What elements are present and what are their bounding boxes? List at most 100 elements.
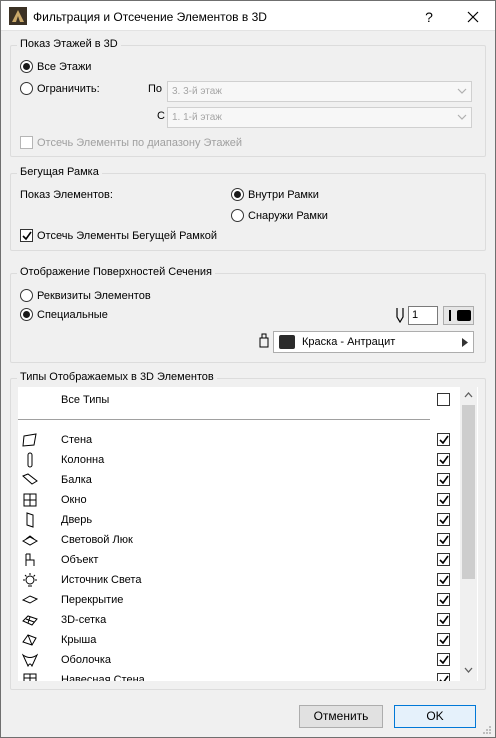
surface-paint-dropdown[interactable]: Краска - Антрацит bbox=[273, 331, 474, 353]
type-checkbox[interactable] bbox=[437, 433, 450, 446]
all-types-checkbox[interactable] bbox=[437, 393, 450, 406]
type-row[interactable]: Источник Света bbox=[18, 570, 458, 590]
type-row[interactable]: Балка bbox=[18, 470, 458, 490]
scroll-thumb[interactable] bbox=[462, 405, 475, 579]
to-floor-value: 3. 3-й этаж bbox=[172, 86, 222, 97]
cut-floors-label: Отсечь Элементы по диапазону Этажей bbox=[37, 137, 243, 149]
checkmark-icon bbox=[439, 515, 449, 525]
type-row[interactable]: Крыша bbox=[18, 630, 458, 650]
type-row[interactable]: Колонна bbox=[18, 450, 458, 470]
mesh-icon bbox=[22, 615, 38, 626]
type-label: Перекрытие bbox=[61, 594, 124, 606]
type-checkbox[interactable] bbox=[437, 653, 450, 666]
wall-icon bbox=[22, 433, 37, 447]
type-label: Навесная Стена bbox=[61, 674, 145, 681]
custom-label: Специальные bbox=[37, 309, 108, 321]
help-button[interactable]: ? bbox=[419, 7, 439, 27]
pen-number-input[interactable]: 1 bbox=[408, 306, 438, 325]
types-list[interactable]: Все Типы Стена Колонна Балка Окно Дверь Свето… bbox=[18, 387, 478, 681]
from-floor-value: 1. 1-й этаж bbox=[172, 112, 222, 123]
type-row[interactable]: Навесная Стена bbox=[18, 670, 458, 681]
shell-icon bbox=[22, 653, 38, 668]
cancel-button[interactable]: Отменить bbox=[299, 705, 383, 728]
type-label: Окно bbox=[61, 494, 87, 506]
cut-marquee-checkbox[interactable] bbox=[20, 229, 33, 242]
outside-marquee-radio[interactable] bbox=[231, 209, 244, 222]
close-button[interactable] bbox=[463, 7, 483, 27]
all-floors-radio[interactable] bbox=[20, 60, 33, 73]
type-checkbox[interactable] bbox=[437, 553, 450, 566]
type-label: Источник Света bbox=[61, 574, 142, 586]
type-row[interactable]: 3D-сетка bbox=[18, 610, 458, 630]
inside-marquee-radio[interactable] bbox=[231, 188, 244, 201]
beam-icon bbox=[22, 473, 38, 485]
type-row[interactable]: Стена bbox=[18, 430, 458, 450]
ok-button[interactable]: OK bbox=[394, 705, 476, 728]
roof-icon bbox=[22, 634, 37, 646]
type-label: Крыша bbox=[61, 634, 97, 646]
dialog-window: Фильтрация и Отсечение Элементов в 3D ? … bbox=[0, 0, 496, 738]
limit-floors-radio[interactable] bbox=[20, 82, 33, 95]
paint-bucket-icon bbox=[259, 333, 269, 348]
type-checkbox[interactable] bbox=[437, 573, 450, 586]
type-checkbox[interactable] bbox=[437, 513, 450, 526]
type-checkbox[interactable] bbox=[437, 673, 450, 681]
type-label: Объект bbox=[61, 554, 99, 566]
pen-color-picker[interactable] bbox=[443, 306, 474, 325]
slab-icon bbox=[22, 595, 38, 604]
checkmark-icon bbox=[439, 675, 449, 681]
checkmark-icon bbox=[439, 655, 449, 665]
from-floor-label: С bbox=[157, 110, 165, 122]
checkmark-icon bbox=[439, 635, 449, 645]
close-icon bbox=[467, 11, 479, 23]
paint-swatch bbox=[279, 335, 295, 349]
all-floors-label: Все Этажи bbox=[37, 61, 92, 73]
to-floor-select[interactable]: 3. 3-й этаж bbox=[167, 81, 472, 102]
type-row[interactable]: Оболочка bbox=[18, 650, 458, 670]
chevron-down-icon bbox=[457, 88, 467, 94]
type-row[interactable]: Дверь bbox=[18, 510, 458, 530]
type-row[interactable]: Объект bbox=[18, 550, 458, 570]
checkmark-icon bbox=[439, 615, 449, 625]
outside-marquee-label: Снаружи Рамки bbox=[248, 210, 328, 222]
curtain-wall-icon bbox=[23, 673, 37, 681]
type-row[interactable]: Перекрытие bbox=[18, 590, 458, 610]
pen-color-swatch bbox=[457, 310, 471, 321]
scroll-down-icon[interactable] bbox=[464, 667, 473, 673]
window-icon bbox=[23, 493, 37, 507]
cut-floors-checkbox[interactable] bbox=[20, 136, 33, 149]
checkmark-icon bbox=[439, 455, 449, 465]
archicad-app-icon bbox=[9, 7, 27, 25]
type-checkbox[interactable] bbox=[437, 633, 450, 646]
type-label: Балка bbox=[61, 474, 92, 486]
type-checkbox[interactable] bbox=[437, 453, 450, 466]
cut-surfaces-group-title: Отображение Поверхностей Сечения bbox=[17, 266, 215, 278]
type-label: Дверь bbox=[61, 514, 93, 526]
type-label: Световой Люк bbox=[61, 534, 133, 546]
all-types-row[interactable]: Все Типы bbox=[18, 390, 458, 410]
types-group-title: Типы Отображаемых в 3D Элементов bbox=[17, 371, 217, 383]
types-scrollbar[interactable] bbox=[460, 387, 477, 681]
lamp-icon bbox=[23, 573, 37, 587]
type-row[interactable]: Окно bbox=[18, 490, 458, 510]
custom-radio[interactable] bbox=[20, 308, 33, 321]
chevron-down-icon bbox=[457, 114, 467, 120]
type-checkbox[interactable] bbox=[437, 613, 450, 626]
skylight-icon bbox=[22, 535, 38, 546]
all-types-label: Все Типы bbox=[61, 394, 110, 406]
resize-grip-icon[interactable] bbox=[482, 725, 492, 735]
cut-marquee-label: Отсечь Элементы Бегущей Рамкой bbox=[37, 230, 218, 242]
show-elements-label: Показ Элементов: bbox=[20, 189, 113, 201]
from-floor-select[interactable]: 1. 1-й этаж bbox=[167, 107, 472, 128]
type-row[interactable]: Световой Люк bbox=[18, 530, 458, 550]
pen-number-value: 1 bbox=[412, 309, 419, 321]
scroll-up-icon[interactable] bbox=[464, 392, 473, 398]
element-attributes-radio[interactable] bbox=[20, 289, 33, 302]
type-checkbox[interactable] bbox=[437, 593, 450, 606]
type-checkbox[interactable] bbox=[437, 493, 450, 506]
type-label: Колонна bbox=[61, 454, 105, 466]
door-icon bbox=[26, 512, 34, 528]
type-checkbox[interactable] bbox=[437, 533, 450, 546]
type-checkbox[interactable] bbox=[437, 473, 450, 486]
paint-label: Краска - Антрацит bbox=[302, 336, 396, 348]
